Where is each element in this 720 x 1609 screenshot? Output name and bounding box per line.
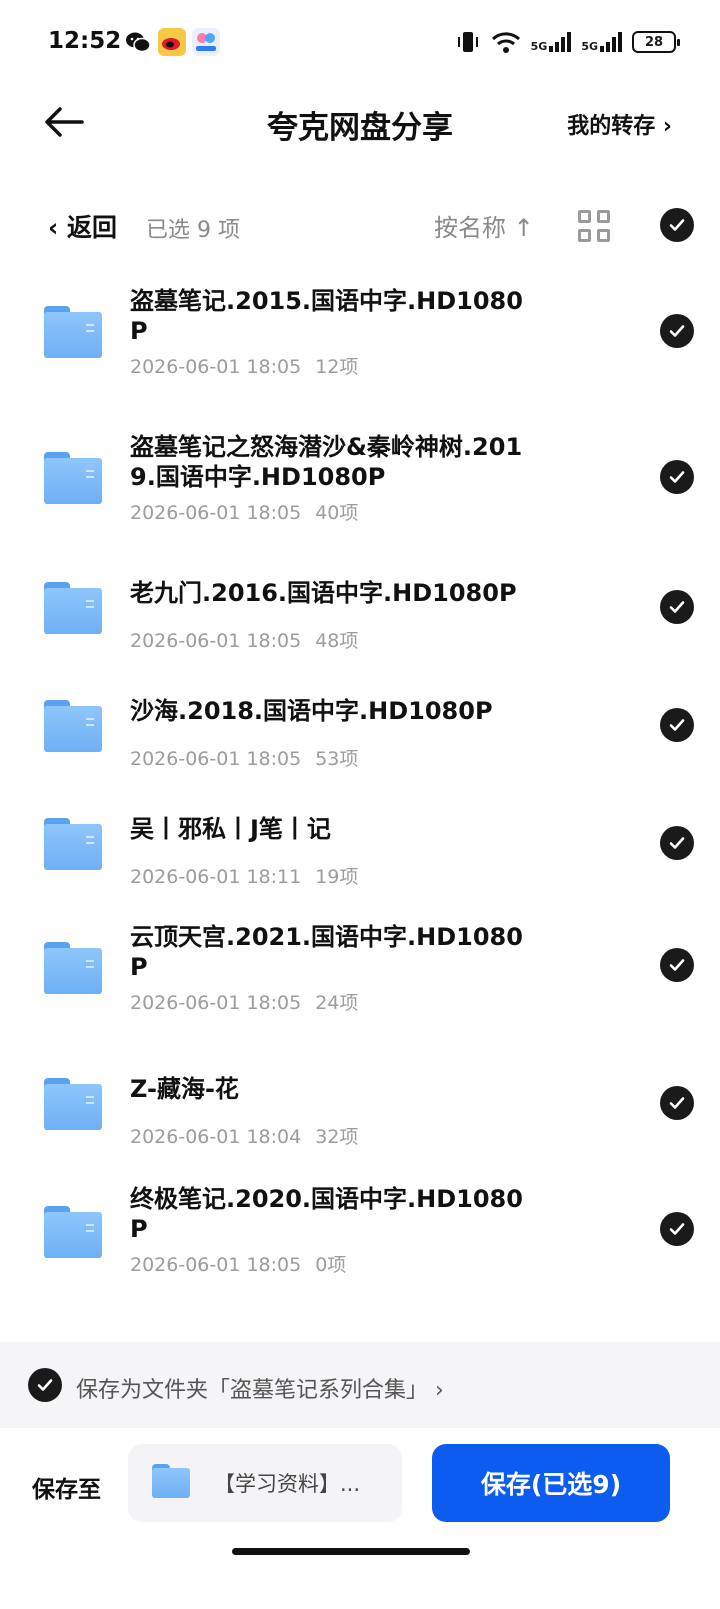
item-meta: 2026-06-01 18:05 12项 — [130, 356, 359, 378]
item-meta: 2026-06-01 18:11 19项 — [130, 866, 359, 888]
folder-icon — [44, 942, 102, 994]
status-bar: 12:52 5G 5G 28 — [0, 0, 720, 86]
list-item[interactable]: 盗墓笔记.2015.国语中字.HD1080P 2026-06-01 18:05 1… — [0, 270, 720, 416]
list-item[interactable]: 云顶天宫.2021.国语中字.HD1080P 2026-06-01 18:05 2… — [0, 902, 720, 1048]
home-indicator[interactable] — [232, 1548, 470, 1555]
item-name: 云顶天宫.2021.国语中字.HD1080P — [130, 923, 523, 981]
item-name: Z-藏海-花 — [130, 1075, 239, 1103]
select-all-checkbox[interactable] — [660, 208, 694, 242]
item-meta: 2026-06-01 18:05 0项 — [130, 1254, 347, 1276]
save-as-folder-label: 保存为文件夹「盗墓笔记系列合集」 › — [76, 1378, 444, 1403]
folder-icon — [44, 818, 102, 870]
list-item[interactable]: 老九门.2016.国语中字.HD1080P 2026-06-01 18:05 48… — [0, 548, 720, 666]
folder-icon — [44, 452, 102, 504]
item-name: 盗墓笔记.2015.国语中字.HD1080P — [130, 287, 523, 345]
vibrate-icon — [457, 32, 478, 52]
folder-icon — [44, 1206, 102, 1258]
item-checkbox[interactable] — [660, 590, 694, 624]
battery-icon: 28 — [632, 31, 680, 53]
item-name: 沙海.2018.国语中字.HD1080P — [130, 697, 493, 725]
folder-icon — [44, 306, 102, 358]
item-meta: 2026-06-01 18:05 24项 — [130, 992, 359, 1014]
header: 夸克网盘分享 我的转存 › — [0, 86, 720, 158]
save-as-folder-checkbox[interactable] — [28, 1368, 62, 1402]
folder-icon — [44, 700, 102, 752]
save-to-label: 保存至 — [32, 1477, 101, 1503]
list-item[interactable]: 吴丨邪私丨J笔丨记 2026-06-01 18:11 19项 — [0, 784, 720, 902]
my-saves-link[interactable]: 我的转存 › — [567, 108, 672, 140]
signal-icon: 5G — [581, 32, 622, 52]
item-name: 盗墓笔记之怒海潜沙&秦岭神树.2019.国语中字.HD1080P — [130, 433, 523, 491]
wifi-icon — [491, 32, 520, 53]
sort-by-name-button[interactable]: 按名称 ↑ — [434, 208, 534, 243]
list-item[interactable]: 沙海.2018.国语中字.HD1080P 2026-06-01 18:05 53项 — [0, 666, 720, 784]
item-name: 终极笔记.2020.国语中字.HD1080P — [130, 1185, 523, 1243]
item-checkbox[interactable] — [660, 1212, 694, 1246]
bottom-bar: 保存至 【学习资料】... 保存(已选9) — [0, 1428, 720, 1609]
file-list: 盗墓笔记.2015.国语中字.HD1080P 2026-06-01 18:05 1… — [0, 270, 720, 1312]
list-item[interactable]: 盗墓笔记之怒海潜沙&秦岭神树.2019.国语中字.HD1080P 2026-06… — [0, 416, 720, 548]
status-icons: 5G 5G 28 — [455, 26, 680, 58]
item-meta: 2026-06-01 18:05 40项 — [130, 502, 359, 524]
item-meta: 2026-06-01 18:04 32项 — [130, 1126, 359, 1148]
destination-picker[interactable]: 【学习资料】... — [128, 1444, 402, 1522]
item-checkbox[interactable] — [660, 460, 694, 494]
folder-icon — [44, 1078, 102, 1130]
list-item[interactable]: Z-藏海-花 2026-06-01 18:04 32项 — [0, 1048, 720, 1166]
destination-name: 【学习资料】... — [214, 1472, 361, 1496]
item-name: 老九门.2016.国语中字.HD1080P — [130, 579, 517, 607]
item-checkbox[interactable] — [660, 1086, 694, 1120]
grid-view-icon[interactable] — [578, 210, 610, 242]
weibo-icon — [158, 28, 186, 56]
item-meta: 2026-06-01 18:05 48项 — [130, 630, 359, 652]
list-item[interactable]: 终极笔记.2020.国语中字.HD1080P 2026-06-01 18:05 0… — [0, 1166, 720, 1312]
selection-toolbar: ‹ 返回 已选 9 项 按名称 ↑ — [0, 196, 720, 256]
folder-icon — [152, 1464, 190, 1498]
wechat-icon — [124, 28, 152, 56]
back-button[interactable]: ‹ 返回 — [48, 208, 117, 244]
save-as-folder-option[interactable]: 保存为文件夹「盗墓笔记系列合集」 › — [0, 1342, 720, 1428]
status-time: 12:52 — [48, 28, 122, 54]
item-checkbox[interactable] — [660, 708, 694, 742]
item-name: 吴丨邪私丨J笔丨记 — [130, 815, 331, 843]
selected-count: 已选 9 项 — [146, 218, 240, 243]
app-icon — [192, 28, 220, 56]
item-checkbox[interactable] — [660, 314, 694, 348]
folder-icon — [44, 582, 102, 634]
item-checkbox[interactable] — [660, 948, 694, 982]
save-button[interactable]: 保存(已选9) — [432, 1444, 670, 1522]
item-meta: 2026-06-01 18:05 53项 — [130, 748, 359, 770]
signal-icon: 5G — [531, 32, 572, 52]
item-checkbox[interactable] — [660, 826, 694, 860]
